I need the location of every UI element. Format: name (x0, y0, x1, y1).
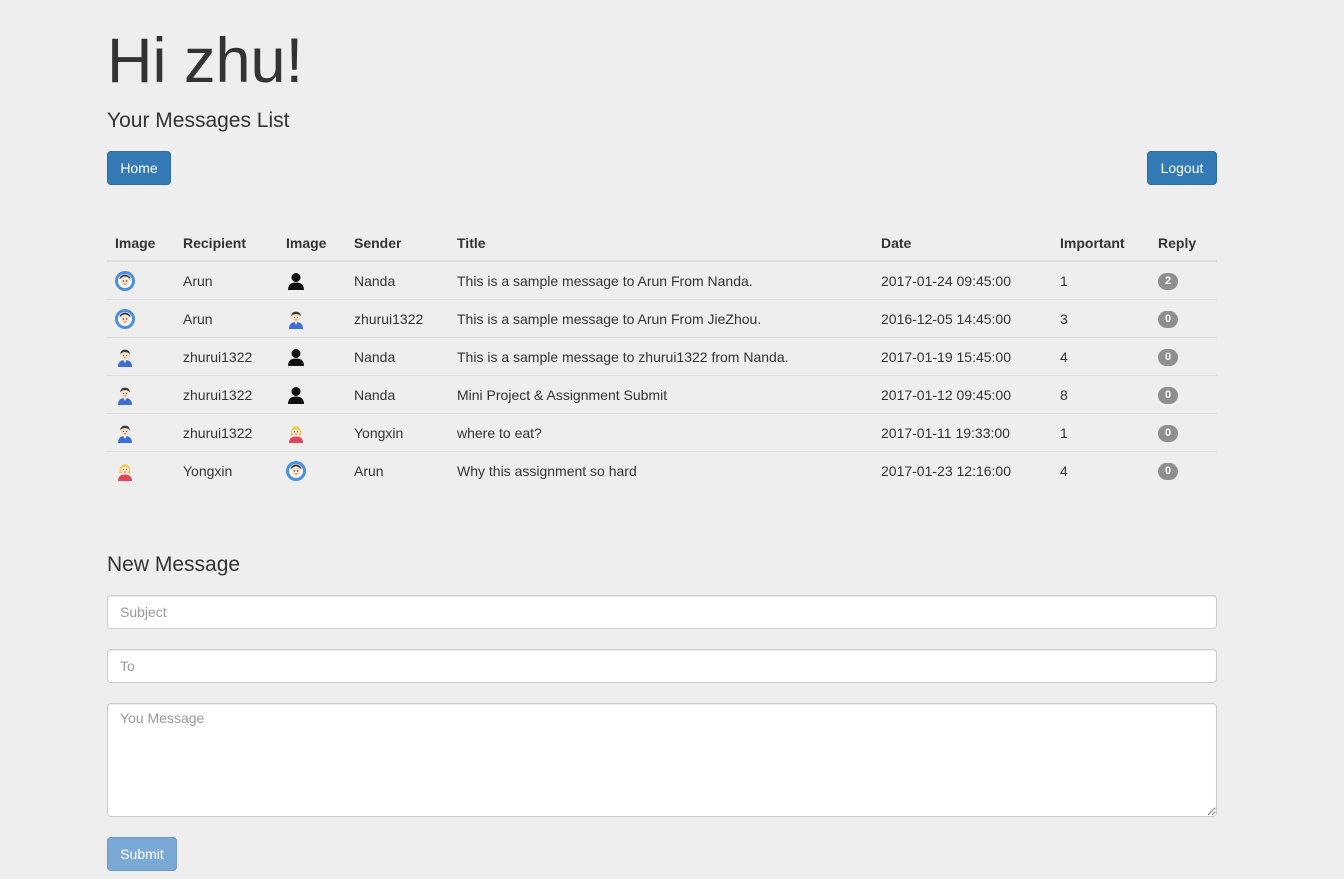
woman-avatar-icon (286, 423, 306, 443)
home-button[interactable]: Home (107, 151, 171, 185)
column-header-important: Important (1052, 226, 1150, 262)
reply-cell: 0 (1150, 299, 1217, 338)
important-cell: 3 (1052, 299, 1150, 338)
page-title: Hi zhu! (107, 26, 304, 96)
silhouette-avatar-icon (286, 347, 306, 367)
table-row: zhurui1322 Nanda This is a sample message … (107, 337, 1217, 376)
date-cell: 2017-01-24 09:45:00 (881, 272, 1011, 289)
recipient-cell: Yongxin (175, 451, 278, 489)
recipient-image-cell (107, 413, 175, 452)
reply-count-badge: 2 (1158, 273, 1178, 290)
reply-cell: 0 (1150, 451, 1217, 489)
date-cell: 2017-01-12 09:45:00 (873, 375, 1052, 414)
recipient-image-cell (107, 375, 175, 414)
woman-avatar-icon (115, 461, 135, 481)
table-header-row: Image Recipient Image Sender Title Date … (107, 226, 1217, 262)
important-cell: 1 (1052, 413, 1150, 452)
important-cell: 8 (1052, 375, 1150, 414)
sender-image-cell (278, 337, 346, 376)
man-avatar-icon (286, 309, 306, 329)
table-row: zhurui1322 Nanda Mini Project & Assignment… (107, 375, 1217, 414)
globe-avatar-icon (286, 460, 306, 481)
subject-input[interactable] (107, 595, 1217, 629)
reply-cell: 2 (1150, 261, 1217, 300)
column-header-recipient-image: Image (107, 226, 175, 262)
sender-image-cell (278, 299, 346, 338)
column-header-title: Title (449, 226, 873, 262)
recipient-cell: Arun (183, 272, 213, 289)
column-header-reply: Reply (1150, 226, 1217, 262)
sender-image-cell (278, 413, 346, 452)
sender-cell: zhurui1322 (346, 299, 449, 338)
column-header-date: Date (873, 226, 1052, 262)
recipient-cell: zhurui1322 (175, 337, 278, 376)
sender-image-cell (278, 261, 346, 300)
column-header-recipient: Recipient (175, 226, 278, 262)
globe-avatar-icon (115, 308, 135, 329)
man-avatar-icon (115, 347, 135, 367)
recipient-image-cell (107, 261, 175, 300)
sender-image-cell (278, 451, 346, 489)
reply-count-badge: 0 (1158, 311, 1178, 328)
recipient-image-cell (107, 337, 175, 376)
sender-cell: Arun (346, 451, 449, 489)
sender-cell: Nanda (346, 337, 449, 376)
title-cell: This is a sample message to Arun From Ji… (449, 299, 873, 338)
recipient-cell: zhurui1322 (175, 375, 278, 414)
page-subtitle: Your Messages List (107, 109, 290, 132)
reply-cell: 0 (1150, 337, 1217, 376)
date-cell: 2017-01-23 12:16:00 (873, 451, 1052, 489)
reply-cell: 0 (1150, 413, 1217, 452)
table-row: zhurui1322 Yongxin where to eat? 2017-01-11… (107, 413, 1217, 452)
date-cell: 2017-01-19 15:45:00 (873, 337, 1052, 376)
date-cell: 2016-12-05 14:45:00 (873, 299, 1052, 338)
title-cell: where to eat? (449, 413, 873, 452)
title-cell: This is a sample message to Arun From Na… (457, 272, 753, 289)
title-cell: Mini Project & Assignment Submit (449, 375, 873, 414)
important-cell: 1 (1060, 272, 1068, 289)
table-row: Arun zhurui1322 This is a sample message t… (107, 299, 1217, 338)
message-textarea[interactable] (107, 703, 1217, 817)
table-row: Yongxin Arun Why this assignment so hard 20… (107, 451, 1217, 489)
recipient-image-cell (107, 299, 175, 338)
column-header-sender: Sender (346, 226, 449, 262)
recipient-cell: zhurui1322 (175, 413, 278, 452)
title-cell: Why this assignment so hard (449, 451, 873, 489)
sender-cell: Nanda (354, 272, 396, 289)
sender-image-cell (278, 375, 346, 414)
reply-count-badge: 0 (1158, 463, 1178, 480)
recipient-cell: Arun (175, 299, 278, 338)
reply-count-badge: 0 (1158, 425, 1178, 442)
messages-table-body: Arun Nanda This is a sample message to Aru… (107, 261, 1217, 489)
new-message-heading: New Message (107, 553, 241, 576)
silhouette-avatar-icon (286, 271, 306, 291)
table-row: Arun Nanda This is a sample message to Aru… (107, 261, 1217, 300)
silhouette-avatar-icon (286, 385, 306, 405)
important-cell: 4 (1052, 337, 1150, 376)
reply-count-badge: 0 (1158, 349, 1178, 366)
globe-avatar-icon (115, 270, 135, 291)
important-cell: 4 (1052, 451, 1150, 489)
reply-cell: 0 (1150, 375, 1217, 414)
logout-button[interactable]: Logout (1147, 151, 1217, 185)
to-input[interactable] (107, 649, 1217, 683)
title-cell: This is a sample message to zhurui1322 f… (449, 337, 873, 376)
submit-button[interactable]: Submit (107, 837, 177, 871)
messages-table: Image Recipient Image Sender Title Date … (107, 226, 1217, 489)
sender-cell: Nanda (346, 375, 449, 414)
sender-cell: Yongxin (346, 413, 449, 452)
man-avatar-icon (115, 385, 135, 405)
reply-count-badge: 0 (1158, 387, 1178, 404)
date-cell: 2017-01-11 19:33:00 (873, 413, 1052, 452)
man-avatar-icon (115, 423, 135, 443)
recipient-image-cell (107, 451, 175, 489)
column-header-sender-image: Image (278, 226, 346, 262)
